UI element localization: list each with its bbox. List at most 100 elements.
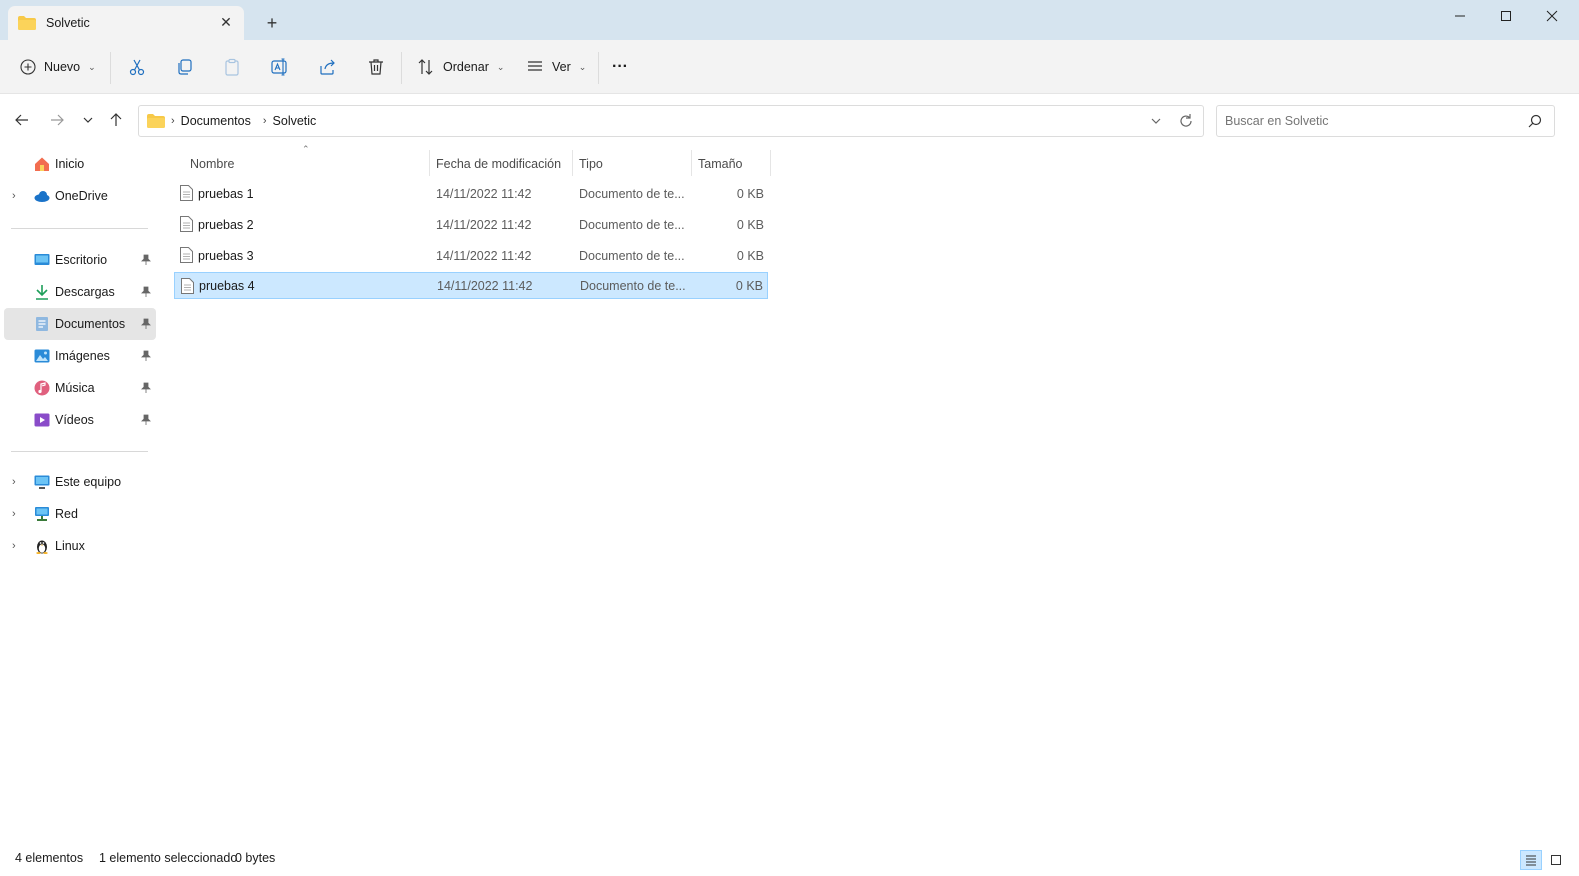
folder-icon bbox=[147, 114, 165, 128]
more-options-button[interactable]: ··· bbox=[612, 53, 628, 81]
file-row[interactable]: pruebas 1 14/11/2022 11:42 Documento de … bbox=[174, 180, 768, 207]
forward-button[interactable] bbox=[45, 110, 69, 130]
breadcrumb-solvetic[interactable]: Solvetic bbox=[273, 114, 317, 128]
view-button[interactable]: Ver ⌄ bbox=[526, 53, 586, 81]
column-header-name[interactable]: Nombre bbox=[184, 150, 428, 178]
pin-icon[interactable] bbox=[140, 318, 152, 330]
pin-icon[interactable] bbox=[140, 350, 152, 362]
computer-icon bbox=[34, 475, 50, 489]
file-size: 0 KB bbox=[736, 217, 764, 232]
text-file-icon bbox=[181, 278, 194, 294]
new-tab-button[interactable]: + bbox=[262, 13, 282, 33]
share-button[interactable] bbox=[319, 53, 337, 81]
file-date: 14/11/2022 11:42 bbox=[436, 186, 532, 201]
nav-label: Vídeos bbox=[55, 413, 94, 427]
divider bbox=[110, 52, 111, 84]
column-header-date[interactable]: Fecha de modificación bbox=[430, 150, 572, 178]
nav-item-inicio[interactable]: Inicio bbox=[4, 148, 156, 180]
search-box[interactable] bbox=[1216, 105, 1555, 137]
recent-locations-button[interactable] bbox=[76, 110, 100, 130]
trash-icon bbox=[369, 59, 383, 75]
pin-icon[interactable] bbox=[140, 414, 152, 426]
file-row[interactable]: pruebas 2 14/11/2022 11:42 Documento de … bbox=[174, 211, 768, 238]
nav-label: Descargas bbox=[55, 285, 115, 299]
file-row-selected[interactable]: pruebas 4 14/11/2022 11:42 Documento de … bbox=[174, 272, 768, 299]
nav-item-musica[interactable]: Música bbox=[4, 372, 156, 404]
column-header-label: Fecha de modificación bbox=[436, 157, 562, 171]
nav-item-linux[interactable]: › Linux bbox=[4, 530, 156, 562]
column-header-type[interactable]: Tipo bbox=[573, 150, 691, 178]
nav-item-documentos[interactable]: Documentos bbox=[4, 308, 156, 340]
nav-item-imagenes[interactable]: Imágenes bbox=[4, 340, 156, 372]
column-divider[interactable] bbox=[770, 150, 771, 176]
column-header-label: Tipo bbox=[579, 157, 603, 171]
arrow-left-icon bbox=[15, 114, 28, 126]
nav-item-onedrive[interactable]: › OneDrive bbox=[4, 180, 156, 212]
chevron-right-icon[interactable]: › bbox=[12, 508, 16, 520]
delete-button[interactable] bbox=[367, 53, 385, 81]
search-icon[interactable] bbox=[1528, 114, 1542, 128]
nav-label: Linux bbox=[55, 539, 85, 553]
chevron-right-icon[interactable]: › bbox=[12, 540, 16, 552]
sort-label: Ordenar bbox=[443, 60, 489, 74]
rename-button[interactable] bbox=[271, 53, 289, 81]
file-name: pruebas 1 bbox=[198, 186, 254, 201]
tab-title: Solvetic bbox=[46, 16, 90, 30]
chevron-down-icon[interactable] bbox=[1149, 114, 1163, 128]
file-row[interactable]: pruebas 3 14/11/2022 11:42 Documento de … bbox=[174, 242, 768, 269]
chevron-right-icon[interactable]: › bbox=[12, 476, 16, 488]
up-button[interactable] bbox=[104, 110, 128, 130]
file-size: 0 KB bbox=[736, 186, 764, 201]
file-size: 0 KB bbox=[735, 278, 763, 293]
details-view-button[interactable] bbox=[1520, 850, 1542, 870]
address-row: › Documentos › Solvetic bbox=[0, 94, 1579, 146]
back-button[interactable] bbox=[10, 110, 34, 130]
new-button[interactable]: Nuevo ⌄ bbox=[20, 53, 96, 81]
tiles-view-button[interactable] bbox=[1546, 850, 1566, 870]
cloud-icon bbox=[34, 191, 50, 202]
refresh-icon[interactable] bbox=[1177, 112, 1195, 130]
nav-item-red[interactable]: › Red bbox=[4, 498, 156, 530]
tab-solvetic[interactable]: Solvetic ✕ bbox=[8, 6, 244, 40]
pin-icon[interactable] bbox=[140, 382, 152, 394]
network-icon bbox=[35, 507, 49, 521]
file-type: Documento de te... bbox=[580, 278, 686, 293]
arrow-up-icon bbox=[110, 113, 122, 126]
close-window-button[interactable] bbox=[1529, 4, 1575, 28]
file-size: 0 KB bbox=[736, 248, 764, 263]
tiles-view-icon bbox=[1551, 855, 1561, 865]
pin-icon[interactable] bbox=[140, 254, 152, 266]
selection-size: 0 bytes bbox=[235, 851, 276, 865]
paste-button[interactable] bbox=[223, 53, 241, 81]
breadcrumb-documentos[interactable]: Documentos bbox=[181, 114, 251, 128]
chevron-right-icon[interactable]: › bbox=[12, 190, 16, 202]
maximize-icon bbox=[1501, 11, 1511, 21]
file-type: Documento de te... bbox=[579, 186, 685, 201]
view-label: Ver bbox=[552, 60, 571, 74]
chevron-down-icon: ⌄ bbox=[88, 61, 96, 72]
view-list-icon bbox=[528, 61, 542, 71]
search-input[interactable] bbox=[1225, 112, 1515, 130]
download-icon bbox=[36, 285, 48, 300]
address-bar[interactable]: › Documentos › Solvetic bbox=[138, 105, 1204, 137]
nav-item-este-equipo[interactable]: › Este equipo bbox=[4, 466, 156, 498]
copy-button[interactable] bbox=[176, 53, 194, 81]
nav-item-videos[interactable]: Vídeos bbox=[4, 404, 156, 436]
nav-item-descargas[interactable]: Descargas bbox=[4, 276, 156, 308]
maximize-button[interactable] bbox=[1483, 4, 1529, 28]
minimize-button[interactable] bbox=[1437, 4, 1483, 28]
close-tab-icon[interactable]: ✕ bbox=[218, 14, 234, 30]
text-file-icon bbox=[180, 247, 193, 263]
divider bbox=[598, 52, 599, 84]
nav-item-escritorio[interactable]: Escritorio bbox=[4, 244, 156, 276]
column-header-label: Nombre bbox=[190, 157, 235, 171]
minimize-icon bbox=[1455, 15, 1465, 17]
clipboard-icon bbox=[225, 58, 239, 76]
chevron-down-icon bbox=[83, 117, 93, 123]
arrow-right-icon bbox=[51, 114, 64, 126]
file-type: Documento de te... bbox=[579, 217, 685, 232]
pin-icon[interactable] bbox=[140, 286, 152, 298]
column-header-size[interactable]: Tamaño bbox=[692, 150, 770, 178]
cut-button[interactable] bbox=[128, 53, 146, 81]
sort-button[interactable]: Ordenar ⌄ bbox=[417, 53, 504, 81]
